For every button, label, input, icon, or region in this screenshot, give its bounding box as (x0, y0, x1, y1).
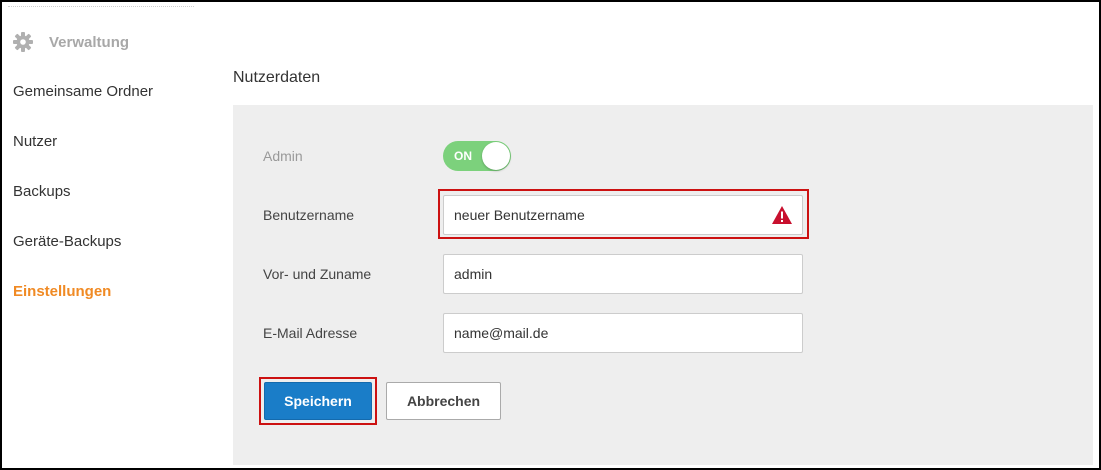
username-label: Benutzername (263, 207, 355, 223)
sidebar-item-einstellungen[interactable]: Einstellungen (13, 283, 111, 300)
user-form-panel: Admin ON Benutzername Vor- und Zuname E-… (233, 105, 1093, 465)
admin-toggle[interactable]: ON (443, 141, 511, 171)
warning-icon (771, 205, 793, 225)
toggle-knob (482, 142, 510, 170)
save-button[interactable]: Speichern (264, 382, 372, 420)
toggle-state-text: ON (454, 149, 472, 163)
sidebar-header: Verwaltung (13, 31, 129, 53)
username-input[interactable] (443, 195, 803, 235)
sidebar-item-backups[interactable]: Backups (13, 183, 71, 200)
fullname-label: Vor- und Zuname (263, 266, 372, 282)
email-input[interactable] (443, 313, 803, 353)
top-divider (8, 6, 194, 7)
email-label: E-Mail Adresse (263, 325, 358, 341)
admin-label: Admin (263, 148, 303, 164)
sidebar-item-nutzer[interactable]: Nutzer (13, 133, 57, 150)
sidebar-header-label: Verwaltung (49, 33, 130, 51)
gear-icon (13, 32, 33, 52)
cancel-button[interactable]: Abbrechen (386, 382, 501, 420)
fullname-input[interactable] (443, 254, 803, 294)
page-title: Nutzerdaten (233, 69, 321, 86)
sidebar-item-geraete-backups[interactable]: Geräte-Backups (13, 233, 121, 250)
sidebar-item-gemeinsame-ordner[interactable]: Gemeinsame Ordner (13, 83, 153, 100)
